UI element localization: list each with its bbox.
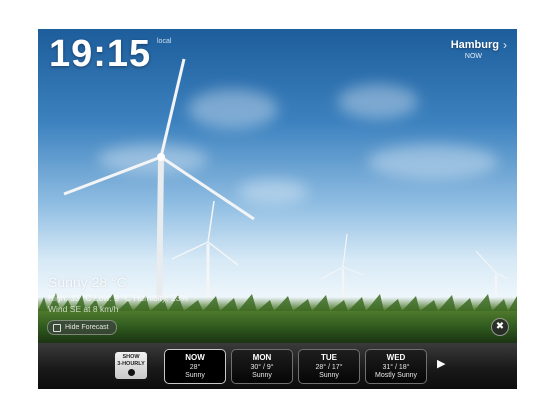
forecast-condition: Sunny — [319, 372, 339, 379]
forecast-bar: SHOW 3-HOURLY NOW 28° Sunny MON 30° / 9°… — [38, 343, 517, 389]
weather-app-screen: 19:15 local Hamburg › NOW Sunny 28 °C Hi… — [38, 29, 517, 389]
location-city[interactable]: Hamburg — [451, 39, 499, 51]
forecast-day: WED — [386, 353, 406, 362]
forecast-day: MON — [252, 353, 272, 362]
toggle-dot-icon — [127, 369, 135, 376]
tools-icon[interactable]: ✖ — [491, 318, 509, 336]
current-details: High: 33 °C Low: 9 °C Humidity: 23% — [48, 293, 189, 303]
hide-forecast-button[interactable]: Hide Forecast — [47, 320, 117, 335]
current-extra: Wind SE at 8 km/h — [48, 304, 119, 314]
chevron-right-icon[interactable]: › — [503, 38, 507, 52]
show-3-hourly-button[interactable]: SHOW 3-HOURLY — [115, 352, 147, 379]
local-time-clock: 19:15 — [49, 33, 152, 75]
forecast-temp: 30° / 9° — [250, 364, 274, 371]
time-zone-label: local — [157, 38, 172, 45]
forecast-temp: 28° — [189, 364, 201, 371]
forecast-condition: Sunny — [252, 372, 272, 379]
hide-forecast-label: Hide Forecast — [65, 324, 109, 331]
forecast-card-wed[interactable]: WED 31° / 18° Mostly Sunny — [365, 349, 427, 384]
forecast-temp: 31° / 18° — [382, 364, 410, 371]
forecast-day: NOW — [185, 353, 205, 362]
forecast-condition: Mostly Sunny — [374, 372, 418, 379]
show-3-hourly-line1: SHOW — [122, 354, 140, 360]
forecast-temp: 28° / 17° — [315, 364, 343, 371]
forecast-day: TUE — [321, 353, 337, 362]
forecast-card-now[interactable]: NOW 28° Sunny — [164, 349, 226, 384]
forecast-condition: Sunny — [185, 372, 205, 379]
next-arrow-icon[interactable]: ▶ — [437, 357, 445, 370]
location-now-label: NOW — [464, 53, 482, 60]
current-condition: Sunny 28 °C — [48, 274, 127, 290]
forecast-icon — [53, 323, 61, 332]
show-3-hourly-line2: 3-HOURLY — [117, 361, 145, 367]
forecast-card-tue[interactable]: TUE 28° / 17° Sunny — [298, 349, 360, 384]
forecast-card-mon[interactable]: MON 30° / 9° Sunny — [231, 349, 293, 384]
